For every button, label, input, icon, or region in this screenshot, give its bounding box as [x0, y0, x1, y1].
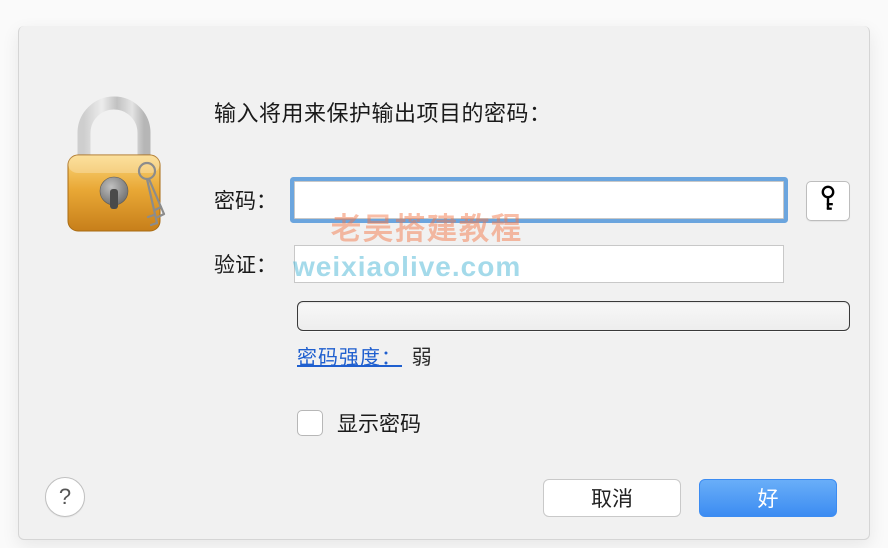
ok-button[interactable]: 好	[699, 479, 837, 517]
key-icon	[818, 185, 838, 218]
help-button[interactable]: ?	[45, 477, 85, 517]
verify-input[interactable]	[294, 245, 784, 283]
password-strength-meter	[297, 301, 850, 331]
cancel-button[interactable]: 取消	[543, 479, 681, 517]
show-password-label: 显示密码	[337, 408, 421, 438]
password-dialog: 输入将用来保护输出项目的密码： 密码： 验证： 密码强度： 弱 显示密码	[18, 26, 870, 540]
password-strength-text: 密码强度： 弱	[297, 341, 432, 370]
password-strength-value: 弱	[412, 347, 432, 369]
password-label: 密码：	[214, 185, 294, 215]
strength-bar-track	[297, 301, 850, 331]
dialog-prompt: 输入将用来保护输出项目的密码：	[214, 96, 552, 128]
show-password-row: 显示密码	[297, 408, 421, 438]
password-input[interactable]	[294, 181, 784, 219]
verify-row: 验证：	[214, 245, 784, 283]
verify-label: 验证：	[214, 249, 294, 279]
password-assistant-button[interactable]	[806, 181, 850, 221]
password-strength-label[interactable]: 密码强度：	[297, 347, 402, 369]
show-password-checkbox[interactable]	[297, 410, 323, 436]
dialog-footer: 取消 好	[543, 479, 837, 517]
help-icon: ?	[59, 484, 71, 510]
password-row: 密码：	[214, 181, 784, 219]
lock-icon	[54, 91, 174, 241]
